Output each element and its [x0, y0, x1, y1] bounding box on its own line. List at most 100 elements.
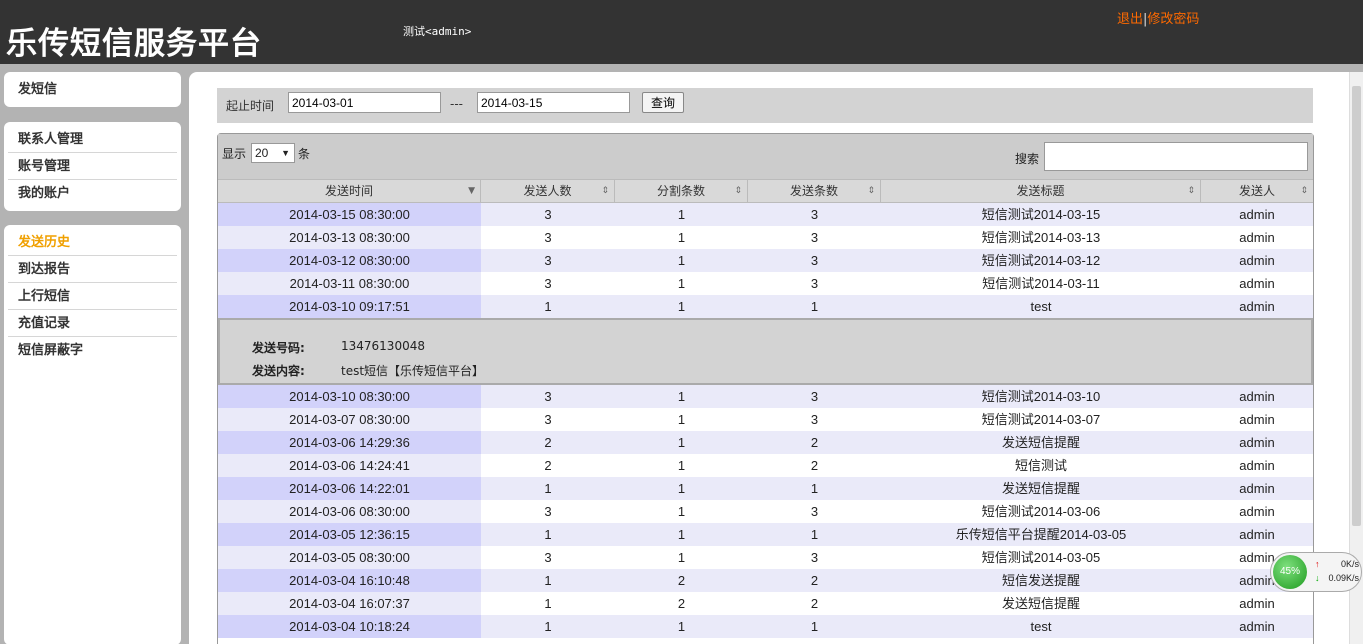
detail-number-label: 发送号码: — [252, 341, 305, 355]
table-row[interactable]: 2014-03-05 12:36:15 1 1 1 乐传短信平台提醒2014-03-05… — [218, 523, 1313, 546]
table-cell: 短信发送提醒 — [1001, 573, 1080, 588]
col-header-sender[interactable]: 发送人 ⇕ — [1201, 180, 1313, 202]
network-speed-widget[interactable]: 45% ↑ 0K/s ↓ 0.09K/s — [1270, 552, 1362, 592]
search-input[interactable] — [1044, 142, 1308, 171]
top-links: 退出|修改密码 — [1117, 8, 1199, 27]
table-cell: 1 — [810, 527, 819, 542]
col-header-send-time[interactable]: 发送时间 ▼ — [218, 180, 481, 202]
table-cell: 3 — [544, 550, 552, 565]
table-cell: 1 — [544, 527, 552, 542]
sidebar-item-my-account[interactable]: 我的账户 — [8, 180, 177, 207]
table-row[interactable]: 2014-03-06 14:24:41 2 1 2 短信测试 admin — [218, 454, 1313, 477]
table-cell: 2014-03-06 14:22:01 — [218, 477, 481, 500]
table-cell: 3 — [544, 230, 552, 245]
table-row[interactable]: 2014-03-06 14:29:36 2 1 2 发送短信提醒 admin — [218, 431, 1313, 454]
table-row[interactable]: 2014-03-06 08:30:00 3 1 3 短信测试2014-03-06 admi… — [218, 500, 1313, 523]
table-cell: admin — [1239, 253, 1275, 268]
table-cell: 2014-03-05 08:30:00 — [218, 546, 481, 569]
table-row[interactable]: 2014-03-15 08:30:00 3 1 3 短信测试2014-03-15 admi… — [218, 203, 1313, 226]
table-cell: 3 — [544, 276, 552, 291]
table-cell: 1 — [677, 299, 686, 314]
table-row[interactable]: 2014-03-10 08:30:00 3 1 3 短信测试2014-03-10 admi… — [218, 385, 1313, 408]
chevron-down-icon: ▼ — [281, 148, 290, 158]
page-size-label: 显示 — [222, 147, 247, 161]
table-cell: 1 — [677, 550, 686, 565]
table-row[interactable]: 2014-03-04 10:18:24 1 1 1 test admin — [218, 615, 1313, 638]
col-header-segments[interactable]: 分割条数 ⇕ — [615, 180, 748, 202]
table-cell: admin — [1239, 435, 1275, 450]
sort-desc-icon: ▼ — [468, 186, 475, 196]
table-row[interactable]: 2014-03-05 08:30:00 3 1 3 短信测试2014-03-05 admi… — [218, 546, 1313, 569]
table-cell: 3 — [544, 504, 552, 519]
table-row[interactable]: 2014-03-04 16:07:37 1 2 2 发送短信提醒 admin — [218, 592, 1313, 615]
table-cell: admin — [1239, 527, 1275, 542]
table-cell: 3 — [810, 253, 819, 268]
scrollbar-thumb[interactable] — [1352, 86, 1361, 526]
table-cell: 3 — [810, 276, 819, 291]
sort-icon: ⇕ — [1187, 186, 1195, 196]
sort-icon: ⇕ — [867, 186, 875, 196]
table-cell: 乐传短信平台提醒2014-03-05 — [955, 527, 1127, 542]
table-cell: 短信测试2014-03-12 — [981, 253, 1101, 268]
table-cell: 1 — [810, 299, 819, 314]
table-cell: 2014-03-04 16:07:37 — [218, 592, 481, 615]
table-cell: admin — [1239, 207, 1275, 222]
col-header-sent-count[interactable]: 发送条数 ⇕ — [748, 180, 881, 202]
sidebar-item-contacts[interactable]: 联系人管理 — [8, 126, 177, 153]
sidebar-item-delivery-report[interactable]: 到达报告 — [8, 256, 177, 283]
page-size-select[interactable]: 20 ▼ — [251, 143, 295, 163]
top-header: 乐传短信服务平台 测试<admin> 退出|修改密码 — [0, 0, 1363, 64]
sidebar-item-accounts[interactable]: 账号管理 — [8, 153, 177, 180]
table-cell: 发送短信提醒 — [1001, 481, 1080, 496]
arrow-down-icon: ↓ — [1315, 573, 1320, 583]
table-cell: 3 — [810, 389, 819, 404]
table-cell: 2014-03-06 14:24:41 — [218, 454, 481, 477]
col-header-label: 分割条数 — [656, 184, 705, 198]
sidebar-item-send-sms[interactable]: 发短信 — [8, 76, 177, 103]
table-cell: 2014-03-15 08:30:00 — [218, 203, 481, 226]
sidebar-item-send-history[interactable]: 发送历史 — [8, 229, 177, 256]
query-button[interactable]: 查询 — [642, 92, 684, 113]
col-header-title[interactable]: 发送标题 ⇕ — [881, 180, 1201, 202]
table-row[interactable]: 2014-03-13 08:30:00 3 1 3 短信测试2014-03-13 admi… — [218, 226, 1313, 249]
table-row[interactable]: 2014-03-11 08:30:00 3 1 3 短信测试2014-03-11 admi… — [218, 272, 1313, 295]
sort-icon: ⇕ — [1300, 186, 1308, 196]
col-header-label: 发送条数 — [789, 184, 838, 198]
table-cell: 2014-03-05 12:36:15 — [218, 523, 481, 546]
table-cell: 1 — [544, 619, 552, 634]
table-cell: 2014-03-12 08:30:00 — [218, 249, 481, 272]
table-row[interactable]: 2014-03-07 08:30:00 3 1 3 短信测试2014-03-07 admi… — [218, 408, 1313, 431]
table-cell: 2014-03-06 14:29:36 — [218, 431, 481, 454]
logout-link[interactable]: 退出 — [1117, 12, 1143, 27]
page-size-value: 20 — [255, 146, 269, 160]
change-password-link[interactable]: 修改密码 — [1147, 12, 1199, 27]
table-cell: 短信测试2014-03-10 — [981, 389, 1101, 404]
table-cell: admin — [1239, 596, 1275, 611]
sidebar-item-inbound-sms[interactable]: 上行短信 — [8, 283, 177, 310]
table-cell: 1 — [544, 573, 552, 588]
row-detail-panel: 发送号码: 13476130048 发送内容: test短信【乐传短信平台】 — [218, 318, 1313, 385]
table-cell: admin — [1239, 276, 1275, 291]
table-cell: 3 — [810, 230, 819, 245]
end-date-input[interactable] — [477, 92, 630, 113]
table-toolbar: 显示 20 ▼ 条 搜索 — [218, 134, 1313, 179]
detail-content-value: test短信【乐传短信平台】 — [341, 364, 485, 378]
table-cell: 短信测试2014-03-11 — [982, 276, 1100, 291]
col-header-recipients[interactable]: 发送人数 ⇕ — [481, 180, 615, 202]
main-content: 起止时间 --- 查询 显示 20 ▼ 条 搜索 发送时间 ▼ 发送人数 ⇕ 分割条… — [189, 72, 1363, 644]
table-cell: 1 — [810, 481, 819, 496]
table-cell: 2014-03-10 09:17:51 — [218, 295, 481, 318]
table-cell: 1 — [677, 435, 686, 450]
date-range-dash: --- — [450, 97, 463, 111]
table-cell: 2 — [810, 458, 819, 473]
table-cell: admin — [1239, 458, 1275, 473]
sidebar-item-recharge-records[interactable]: 充值记录 — [8, 310, 177, 337]
table-row[interactable]: 2014-03-04 16:10:48 1 2 2 短信发送提醒 admin — [218, 569, 1313, 592]
search-label: 搜索 — [1015, 152, 1040, 166]
table-row[interactable]: 2014-03-10 09:17:51 1 1 1 test admin — [218, 295, 1313, 318]
upload-speed: ↑ 0K/s — [1315, 559, 1359, 569]
sidebar-item-blocked-words[interactable]: 短信屏蔽字 — [8, 337, 177, 364]
start-date-input[interactable] — [288, 92, 441, 113]
table-row[interactable]: 2014-03-06 14:22:01 1 1 1 发送短信提醒 admin — [218, 477, 1313, 500]
table-row[interactable]: 2014-03-12 08:30:00 3 1 3 短信测试2014-03-12 admi… — [218, 249, 1313, 272]
